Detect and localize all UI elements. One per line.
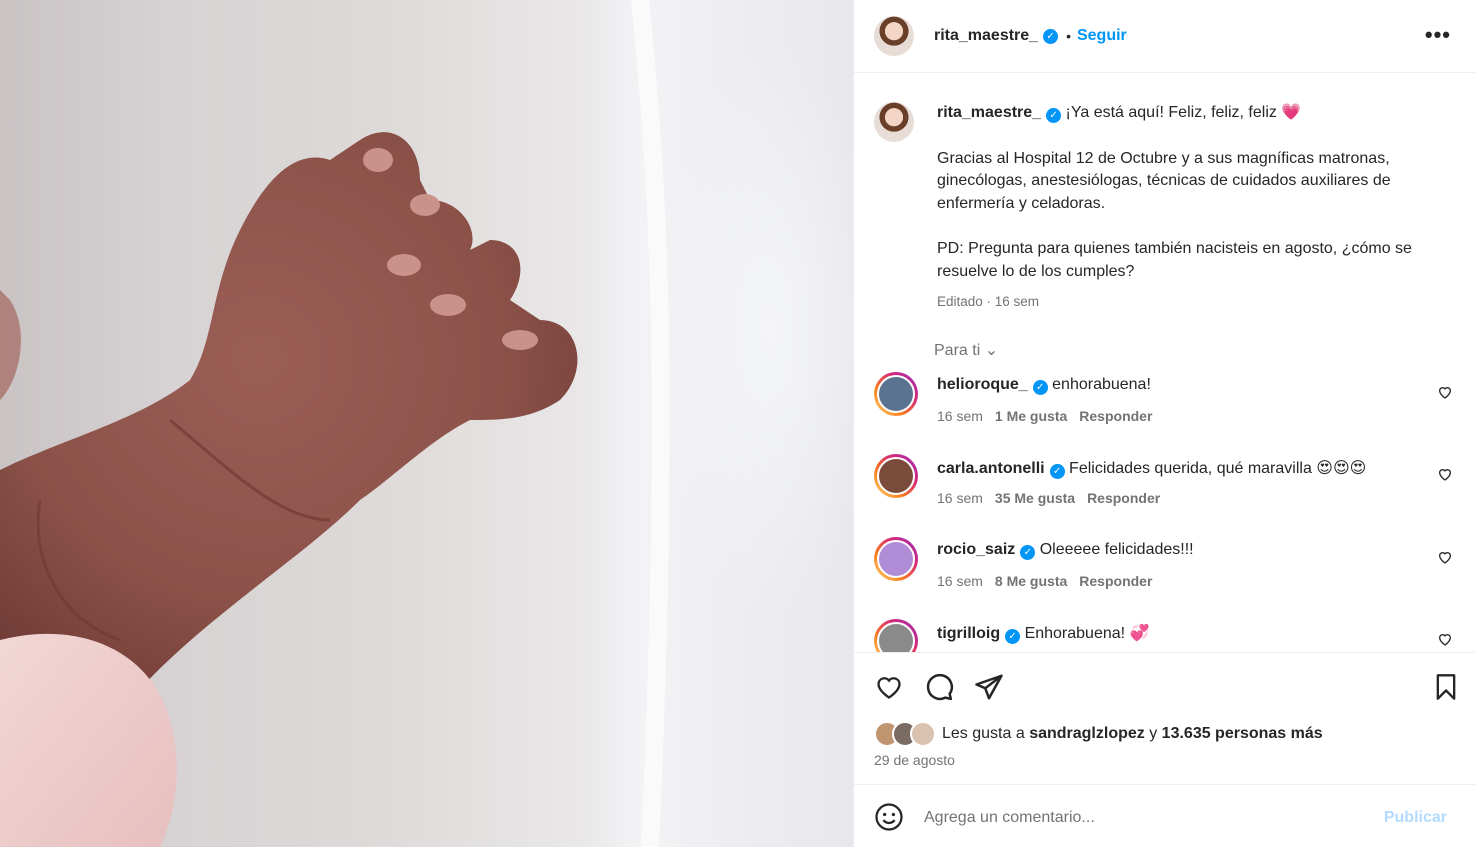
publish-button[interactable]: Publicar — [1384, 809, 1447, 827]
author-username[interactable]: rita_maestre_ — [934, 27, 1038, 45]
comment-item: tigrilloig ✓ Enhorabuena! 💞 — [874, 619, 1459, 652]
follow-button[interactable]: Seguir — [1077, 27, 1127, 45]
post-panel: rita_maestre_ ✓ • Seguir ••• rita_maestr… — [853, 0, 1475, 847]
caption-author-avatar[interactable] — [874, 102, 914, 142]
liker-avatar — [910, 721, 936, 747]
comment-likes[interactable]: 8 Me gusta — [995, 573, 1067, 589]
likes-prefix: Les gusta a — [942, 725, 1025, 742]
author-avatar[interactable] — [874, 16, 914, 56]
comment-item: carla.antonelli ✓ Felicidades querida, qu… — [874, 454, 1459, 514]
verified-badge-icon: ✓ — [1032, 380, 1048, 395]
comment-text: enhorabuena! — [1052, 376, 1151, 393]
comment-time: 16 sem — [937, 490, 983, 506]
chevron-down-icon: ⌄ — [984, 342, 999, 359]
comment-time: 16 sem — [937, 573, 983, 589]
commenter-avatar[interactable] — [874, 372, 918, 416]
share-send-icon[interactable] — [974, 672, 1004, 702]
likes-join: y — [1149, 725, 1158, 742]
comment-like-heart-icon[interactable] — [1437, 384, 1453, 400]
comment-like-heart-icon[interactable] — [1437, 631, 1453, 647]
post-header: rita_maestre_ ✓ • Seguir ••• — [854, 0, 1475, 73]
post-date[interactable]: 29 de agosto — [874, 752, 955, 768]
comment-text: Enhorabuena! 💞 — [1024, 625, 1150, 642]
for-you-label: Para ti — [934, 342, 981, 359]
comment-like-heart-icon[interactable] — [1437, 549, 1453, 565]
commenter-username[interactable]: tigrilloig — [937, 625, 1000, 642]
comment-text: Felicidades querida, qué maravilla 😍😍😍 — [1069, 460, 1367, 477]
verified-badge-icon: ✓ — [1020, 545, 1036, 560]
reply-button[interactable]: Responder — [1087, 490, 1160, 506]
commenter-avatar[interactable] — [874, 619, 918, 652]
more-options-icon[interactable]: ••• — [1425, 22, 1451, 48]
reply-button[interactable]: Responder — [1079, 573, 1152, 589]
verified-badge-icon: ✓ — [1049, 464, 1065, 479]
save-bookmark-icon[interactable] — [1432, 672, 1460, 702]
add-comment-input[interactable]: Agrega un comentario... — [924, 809, 1095, 827]
comment-like-heart-icon[interactable] — [1437, 466, 1453, 482]
comments-scroll-area[interactable]: rita_maestre_ ✓ ¡Ya está aquí! Feliz, fel… — [854, 74, 1475, 652]
caption-text-line1: ¡Ya está aquí! Feliz, feliz, feliz — [1065, 104, 1277, 121]
caption-author-username[interactable]: rita_maestre_ — [937, 104, 1041, 121]
likes-user[interactable]: sandraglzlopez — [1029, 725, 1145, 743]
comment-bubble-icon[interactable] — [924, 672, 954, 702]
commenter-avatar[interactable] — [874, 537, 918, 581]
caption-meta: Editado · 16 sem — [937, 294, 1040, 309]
verified-badge-icon: ✓ — [1046, 108, 1062, 123]
verified-badge-icon: ✓ — [1005, 629, 1021, 644]
commenter-username[interactable]: rocio_saiz — [937, 541, 1015, 558]
caption-text-para2: Gracias al Hospital 12 de Octubre y a su… — [937, 149, 1391, 212]
comment-item: rocio_saiz ✓ Oleeeee felicidades!!! 16 se… — [874, 537, 1459, 597]
separator-dot: • — [1066, 28, 1071, 44]
verified-badge-icon: ✓ — [1043, 28, 1059, 44]
reply-button[interactable]: Responder — [1079, 408, 1152, 424]
post-photo[interactable] — [0, 0, 853, 847]
likes-summary[interactable]: Les gusta a sandraglzlopez y 13.635 pers… — [874, 721, 1323, 747]
for-you-filter[interactable]: Para ti ⌄ — [934, 340, 998, 360]
likes-rest[interactable]: 13.635 personas más — [1162, 725, 1323, 743]
post-actions: Les gusta a sandraglzlopez y 13.635 pers… — [854, 652, 1475, 785]
caption-text-para3: PD: Pregunta para quienes también nacist… — [937, 240, 1412, 280]
commenter-username[interactable]: carla.antonelli — [937, 460, 1045, 477]
comment-item: helioroque_ ✓ enhorabuena! 16 sem 1 Me gus… — [874, 372, 1459, 432]
baby-hand-image — [0, 0, 670, 847]
commenter-avatar[interactable] — [874, 454, 918, 498]
heart-emoji-icon: 💗 — [1281, 104, 1302, 121]
comment-likes[interactable]: 1 Me gusta — [995, 408, 1067, 424]
commenter-username[interactable]: helioroque_ — [937, 376, 1028, 393]
comment-text: Oleeeee felicidades!!! — [1039, 541, 1194, 558]
comment-likes[interactable]: 35 Me gusta — [995, 490, 1075, 506]
add-comment-bar: Agrega un comentario... Publicar — [854, 784, 1475, 848]
like-heart-icon[interactable] — [874, 673, 904, 701]
emoji-smiley-icon[interactable] — [874, 802, 904, 832]
comment-time: 16 sem — [937, 408, 983, 424]
